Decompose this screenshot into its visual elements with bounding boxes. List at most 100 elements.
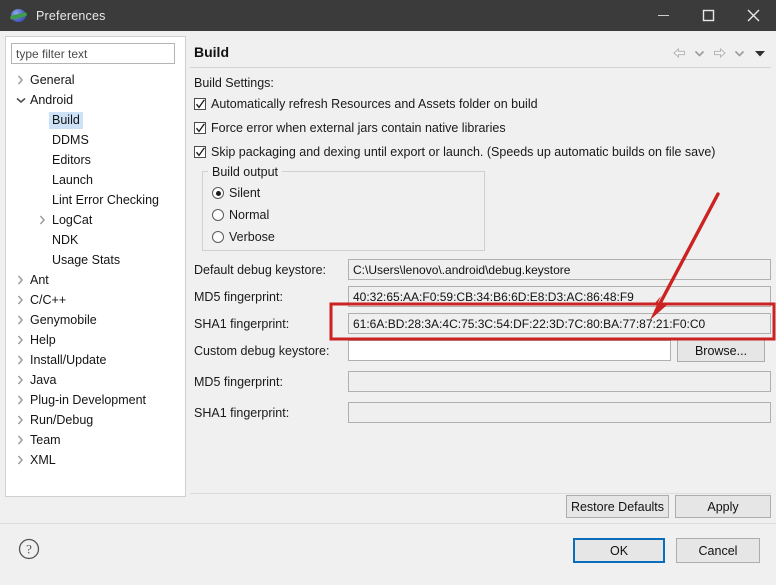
maximize-icon[interactable] [686,0,731,31]
sidebar-item-c-c[interactable]: C/C++ [6,290,185,310]
browse-button[interactable]: Browse... [677,339,765,362]
chevron-right-icon[interactable] [14,435,27,445]
header-divider [190,67,771,68]
sidebar-item-label: Ant [30,272,49,287]
sidebar-item-label: DDMS [52,132,89,147]
build-settings-label: Build Settings: [194,76,274,90]
close-icon[interactable] [731,0,776,31]
help-icon[interactable]: ? [17,537,41,561]
dialog-body: General Android Build DDMS Editors Launch Lint… [0,31,776,585]
radio-label: Verbose [229,230,275,244]
sidebar-item-plug-in-development[interactable]: Plug-in Development [6,390,185,410]
field-sha1-fingerprint-custom[interactable] [348,402,771,423]
restore-defaults-button[interactable]: Restore Defaults [566,495,669,518]
checkbox-box [194,98,206,110]
sidebar-item-general[interactable]: General [6,70,185,90]
forward-arrow-icon[interactable] [710,44,729,62]
chevron-right-icon[interactable] [14,375,27,385]
checkbox-force-error-native-jars[interactable]: Force error when external jars contain n… [194,121,506,135]
field-md5-fingerprint-custom[interactable] [348,371,771,392]
checkbox-auto-refresh[interactable]: Automatically refresh Resources and Asse… [194,97,538,111]
forward-dropdown-chevron-down-icon[interactable] [730,44,749,62]
chevron-right-icon[interactable] [14,395,27,405]
radio-label: Silent [229,186,261,200]
label-sha1-fingerprint-default: SHA1 fingerprint: [194,317,290,331]
checkbox-label: Skip packaging and dexing until export o… [211,145,716,159]
sidebar-item-ndk[interactable]: NDK [6,230,185,250]
sidebar-item-xml[interactable]: XML [6,450,185,470]
label-md5-fingerprint-custom: MD5 fingerprint: [194,375,283,389]
eclipse-globe-icon [9,8,28,24]
chevron-right-icon[interactable] [14,295,27,305]
chevron-right-icon[interactable] [14,335,27,345]
chevron-right-icon[interactable] [36,215,49,225]
preferences-tree[interactable]: General Android Build DDMS Editors Launch Lint… [6,70,185,495]
apply-button[interactable]: Apply [675,495,771,518]
back-dropdown-chevron-down-icon[interactable] [690,44,709,62]
window-title: Preferences [36,8,106,23]
chevron-down-icon[interactable] [14,97,27,104]
cancel-button[interactable]: Cancel [676,538,760,563]
chevron-right-icon[interactable] [14,415,27,425]
sidebar-item-usage-stats[interactable]: Usage Stats [6,250,185,270]
field-custom-debug-keystore[interactable] [348,340,671,361]
sidebar-item-lint-error-checking[interactable]: Lint Error Checking [6,190,185,210]
sidebar-item-label: NDK [52,232,79,247]
sidebar-item-genymobile[interactable]: Genymobile [6,310,185,330]
label-md5-fingerprint-default: MD5 fingerprint: [194,290,283,304]
build-settings-pane: Build Build Settings: Automatically refr… [190,36,771,497]
chevron-right-icon[interactable] [14,75,27,85]
sidebar-item-label: Team [30,432,61,447]
checkbox-label: Automatically refresh Resources and Asse… [211,97,538,111]
window-controls [641,0,776,31]
field-sha1-fingerprint-default[interactable] [348,313,771,334]
ok-button[interactable]: OK [573,538,665,563]
sidebar-item-label: Build [49,111,83,129]
sidebar-item-ddms[interactable]: DDMS [6,130,185,150]
chevron-right-icon[interactable] [14,455,27,465]
sidebar-item-logcat[interactable]: LogCat [6,210,185,230]
sidebar-item-label: Editors [52,152,91,167]
sidebar-item-help[interactable]: Help [6,330,185,350]
radio-label: Normal [229,208,270,222]
radio-verbose[interactable]: Verbose [212,230,275,244]
checkbox-label: Force error when external jars contain n… [211,121,506,135]
sidebar-item-java[interactable]: Java [6,370,185,390]
sidebar-item-label: Android [30,92,74,107]
radio-circle [212,231,224,243]
sidebar-item-label: Genymobile [30,312,97,327]
label-custom-debug-keystore: Custom debug keystore: [194,344,330,358]
sidebar-item-editors[interactable]: Editors [6,150,185,170]
radio-normal[interactable]: Normal [212,208,269,222]
back-arrow-icon[interactable] [670,44,689,62]
sidebar-item-label: Help [30,332,56,347]
radio-silent[interactable]: Silent [212,186,260,200]
chevron-right-icon[interactable] [14,275,27,285]
chevron-right-icon[interactable] [14,355,27,365]
checkbox-box [194,122,206,134]
sidebar-item-run-debug[interactable]: Run/Debug [6,410,185,430]
sidebar-item-label: Plug-in Development [30,392,147,407]
chevron-right-icon[interactable] [14,315,27,325]
checkbox-skip-packaging-dexing[interactable]: Skip packaging and dexing until export o… [194,145,715,159]
sidebar-item-team[interactable]: Team [6,430,185,450]
sidebar-item-android[interactable]: Android [6,90,185,110]
radio-circle [212,209,224,221]
sidebar-item-ant[interactable]: Ant [6,270,185,290]
field-default-debug-keystore[interactable] [348,259,771,280]
filter-input[interactable] [11,43,175,64]
sidebar-item-build[interactable]: Build [6,110,185,130]
view-menu-icon[interactable] [750,44,769,62]
page-nav-toolbar [670,44,769,62]
window-titlebar: Preferences [0,0,776,31]
sidebar-item-install-update[interactable]: Install/Update [6,350,185,370]
sidebar-item-label: Launch [52,172,94,187]
sidebar-item-launch[interactable]: Launch [6,170,185,190]
field-md5-fingerprint-default[interactable] [348,286,771,307]
sidebar-item-label: Run/Debug [30,412,94,427]
page-title: Build [194,44,229,60]
minimize-icon[interactable] [641,0,686,31]
apply-row-divider [190,493,771,494]
sidebar-item-label: Java [30,372,57,387]
sidebar-item-label: General [30,72,75,87]
